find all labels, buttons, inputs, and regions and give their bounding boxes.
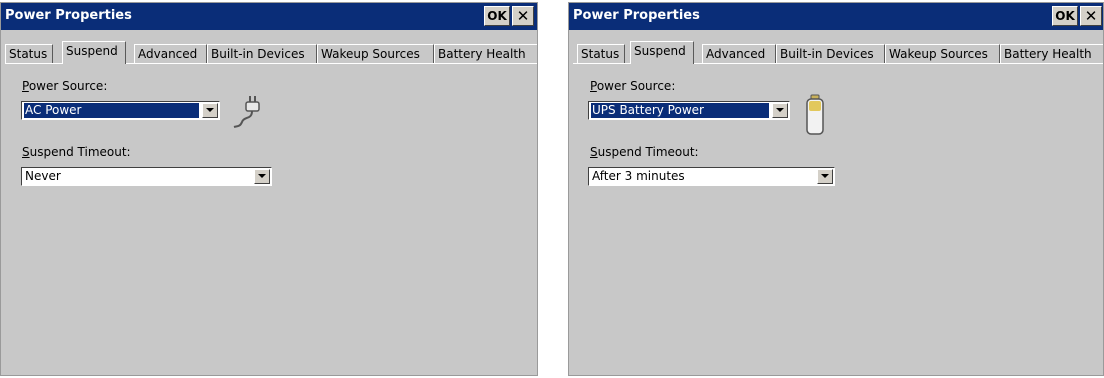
close-button[interactable]: ✕ (512, 6, 534, 26)
suspend-timeout-dropdown[interactable]: After 3 minutes (588, 167, 835, 186)
battery-icon (806, 94, 824, 135)
power-source-dropdown[interactable]: UPS Battery Power (588, 101, 790, 120)
chevron-down-icon[interactable] (254, 169, 270, 184)
power-properties-window-battery: Power Properties OK ✕ Status Suspend Adv… (568, 2, 1104, 376)
suspend-timeout-label: Suspend Timeout: (22, 145, 131, 159)
chevron-down-icon[interactable] (772, 103, 788, 118)
tab-built-in-devices[interactable]: Built-in Devices (207, 44, 317, 63)
window-title: Power Properties (5, 8, 132, 23)
title-bar: Power Properties OK ✕ (569, 3, 1103, 30)
close-button[interactable]: ✕ (1080, 6, 1102, 26)
power-source-label: Power Source: (22, 79, 108, 93)
window-title: Power Properties (573, 8, 700, 23)
ok-button[interactable]: OK (484, 6, 510, 26)
tab-wakeup-sources[interactable]: Wakeup Sources (885, 44, 1000, 63)
tab-suspend[interactable]: Suspend (62, 41, 126, 64)
tab-strip: Status Suspend Advanced Built-in Devices… (5, 41, 537, 64)
chevron-down-icon[interactable] (817, 169, 833, 184)
power-source-value: UPS Battery Power (591, 103, 769, 118)
tab-wakeup-sources[interactable]: Wakeup Sources (317, 44, 434, 63)
ac-plug-icon (233, 96, 260, 128)
suspend-timeout-dropdown[interactable]: Never (21, 167, 272, 186)
title-bar: Power Properties OK ✕ (1, 3, 537, 30)
ok-button[interactable]: OK (1052, 6, 1078, 26)
power-properties-window-ac: Power Properties OK ✕ Status Suspend Adv… (0, 2, 538, 376)
tab-status[interactable]: Status (577, 44, 625, 63)
tab-suspend[interactable]: Suspend (630, 41, 694, 64)
tab-built-in-devices[interactable]: Built-in Devices (776, 44, 885, 63)
suspend-timeout-label: Suspend Timeout: (590, 145, 699, 159)
suspend-timeout-value: After 3 minutes (592, 169, 685, 183)
suspend-timeout-value: Never (25, 169, 61, 183)
tab-advanced[interactable]: Advanced (134, 44, 207, 63)
tab-battery-health[interactable]: Battery Health (434, 44, 537, 63)
tab-advanced[interactable]: Advanced (702, 44, 776, 63)
tab-status[interactable]: Status (5, 44, 53, 63)
power-source-label: Power Source: (590, 79, 676, 93)
power-source-dropdown[interactable]: AC Power (21, 101, 220, 120)
tab-strip: Status Suspend Advanced Built-in Devices… (573, 41, 1103, 64)
power-source-value: AC Power (24, 103, 199, 118)
tab-battery-health[interactable]: Battery Health (1000, 44, 1103, 63)
chevron-down-icon[interactable] (202, 103, 218, 118)
